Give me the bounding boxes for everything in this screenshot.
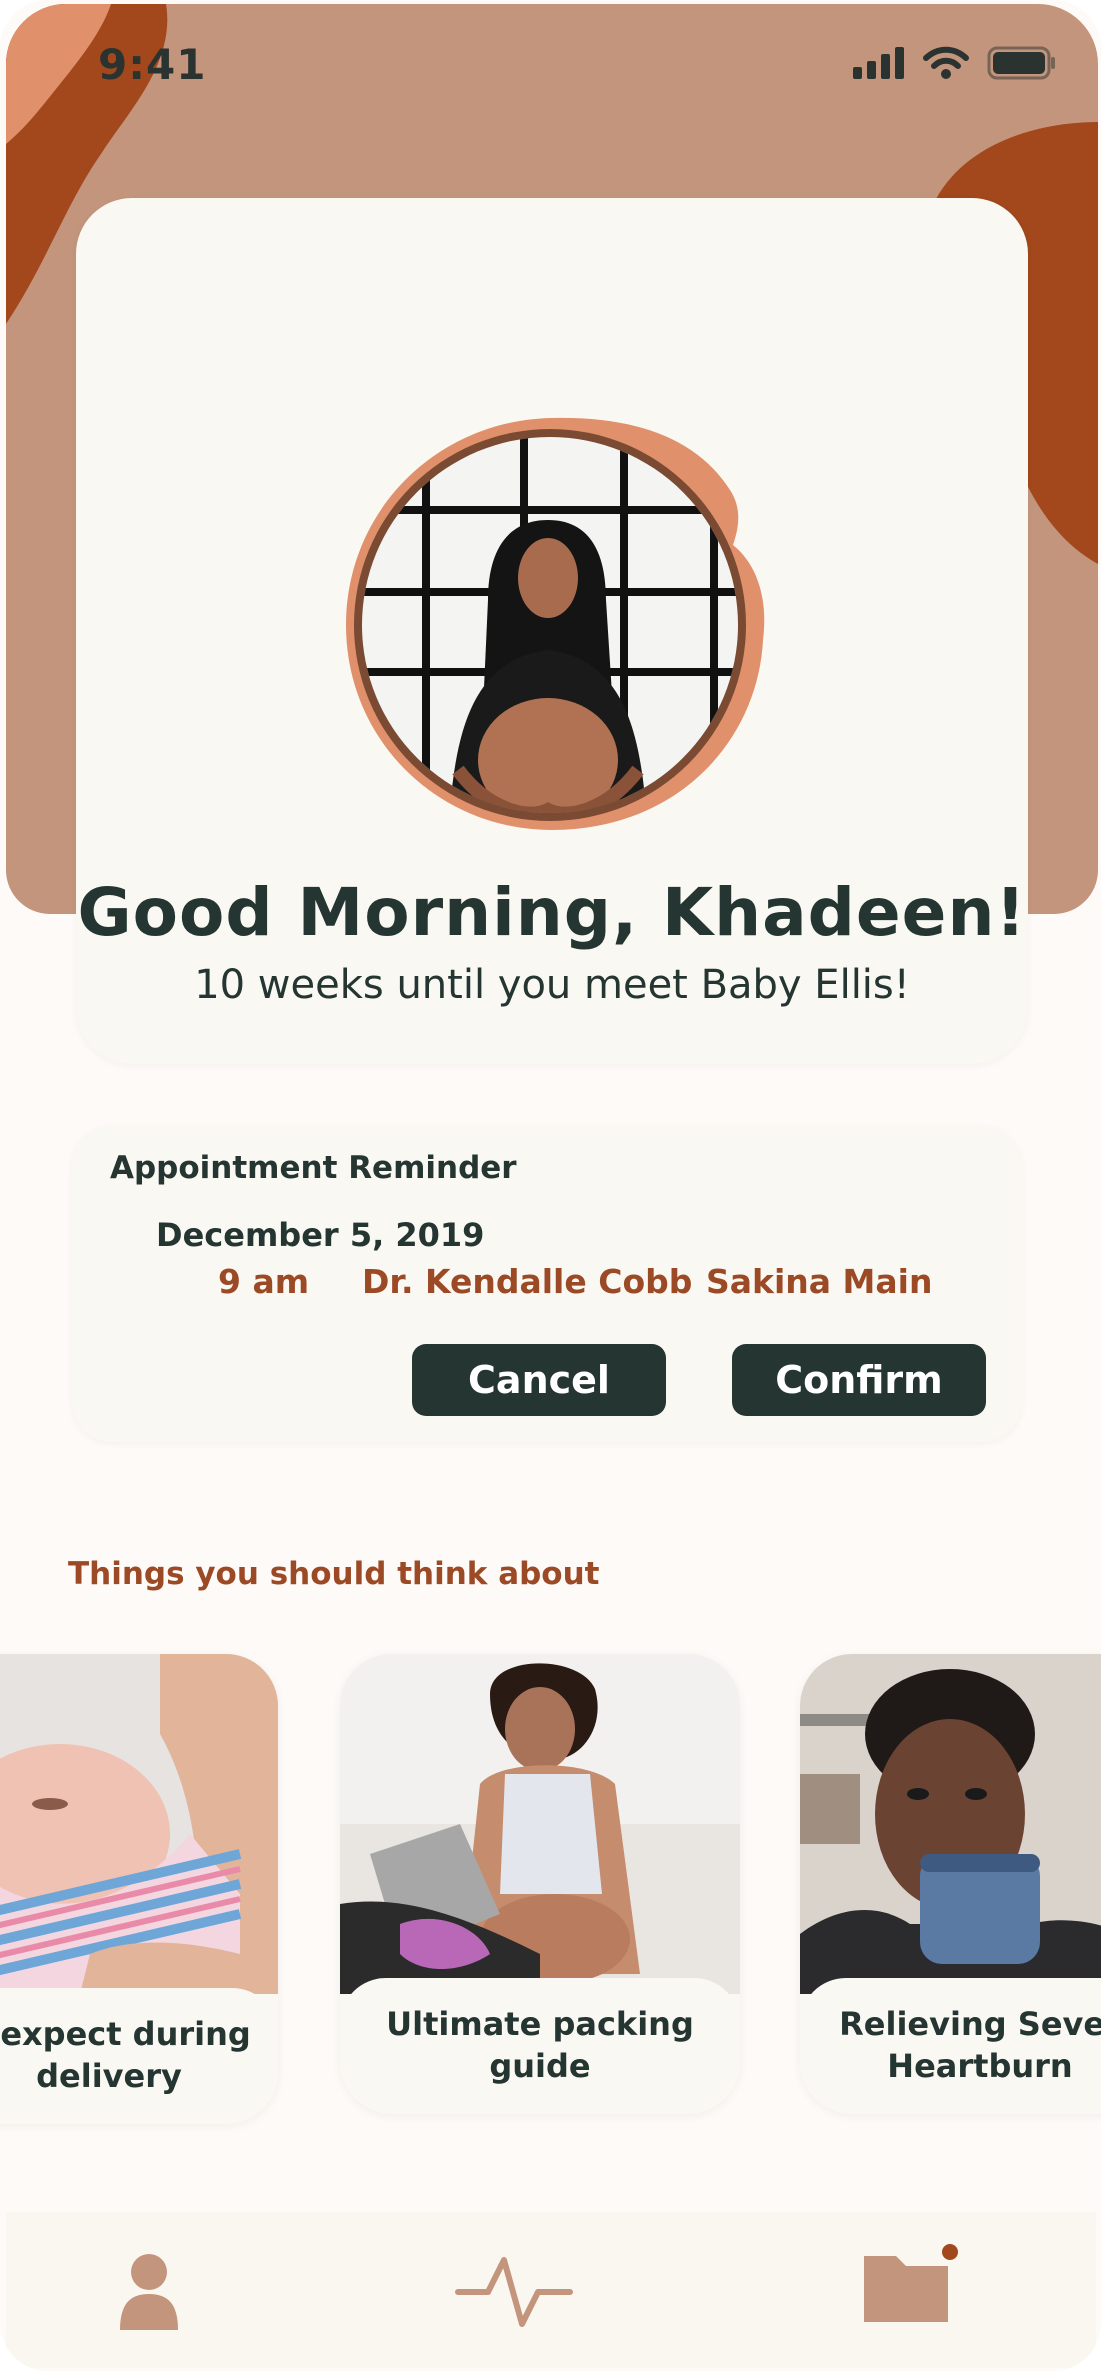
- status-icons: [853, 46, 1057, 80]
- tab-profile[interactable]: [116, 2252, 182, 2334]
- tab-documents[interactable]: [856, 2242, 966, 2332]
- status-time: 9:41: [98, 40, 207, 89]
- profile-card: Good Morning, Khadeen! 10 weeks until yo…: [76, 198, 1028, 1064]
- topic-title-line1: o expect during: [0, 2015, 251, 2054]
- notification-dot: [942, 2244, 958, 2260]
- bottom-tab-bar: [6, 2212, 1096, 2368]
- weeks-countdown: 10 weeks until you meet Baby Ellis!: [194, 962, 910, 1008]
- topic-label: o expect during delivery: [0, 1988, 278, 2124]
- profile-photo: [346, 417, 765, 830]
- topics-section-title: Things you should think about: [68, 1556, 600, 1592]
- topic-card-delivery[interactable]: o expect during delivery: [0, 1654, 278, 2124]
- phone-screen: 9:41 Good Morning, Khadeen! 10 weeks unt…: [0, 0, 1101, 2371]
- appointment-card: Appointment Reminder December 5, 2019 9 …: [72, 1126, 1022, 1442]
- folder-icon: [864, 2244, 958, 2322]
- pulse-icon: [455, 2257, 573, 2327]
- topic-image-heartburn: [800, 1654, 1101, 1994]
- avatar[interactable]: [338, 410, 768, 840]
- appointment-doctor: Dr. Kendalle Cobb: [362, 1262, 693, 1301]
- topic-title-line2: delivery: [36, 2057, 182, 2095]
- signal-icon: [853, 47, 904, 79]
- tab-activity[interactable]: [454, 2254, 574, 2334]
- topic-label: Ultimate packing guide: [340, 1978, 740, 2114]
- topic-title-line1: Relieving Sever: [839, 2005, 1101, 2044]
- appointment-date: December 5, 2019: [156, 1216, 485, 1254]
- topic-image-packing: [340, 1654, 740, 1994]
- cancel-button[interactable]: Cancel: [412, 1344, 666, 1416]
- topic-title-line2: Heartburn: [887, 2047, 1073, 2085]
- greeting-heading: Good Morning, Khadeen!: [77, 874, 1027, 951]
- topic-card-packing[interactable]: Ultimate packing guide: [340, 1654, 740, 2114]
- battery-icon: [987, 46, 1055, 80]
- confirm-button[interactable]: Confirm: [732, 1344, 986, 1416]
- topic-title: Ultimate packing guide: [386, 2005, 694, 2085]
- person-icon: [120, 2254, 178, 2330]
- wifi-icon: [923, 46, 969, 79]
- appointment-title: Appointment Reminder: [110, 1150, 517, 1186]
- appointment-location: Sakina Main: [706, 1262, 933, 1301]
- topic-card-heartburn[interactable]: Relieving Sever Heartburn: [800, 1654, 1101, 2114]
- appointment-time: 9 am: [218, 1262, 310, 1301]
- status-bar: 9:41: [0, 0, 1101, 130]
- topic-image-newborn: [0, 1654, 278, 1994]
- topic-label: Relieving Sever Heartburn: [800, 1978, 1101, 2114]
